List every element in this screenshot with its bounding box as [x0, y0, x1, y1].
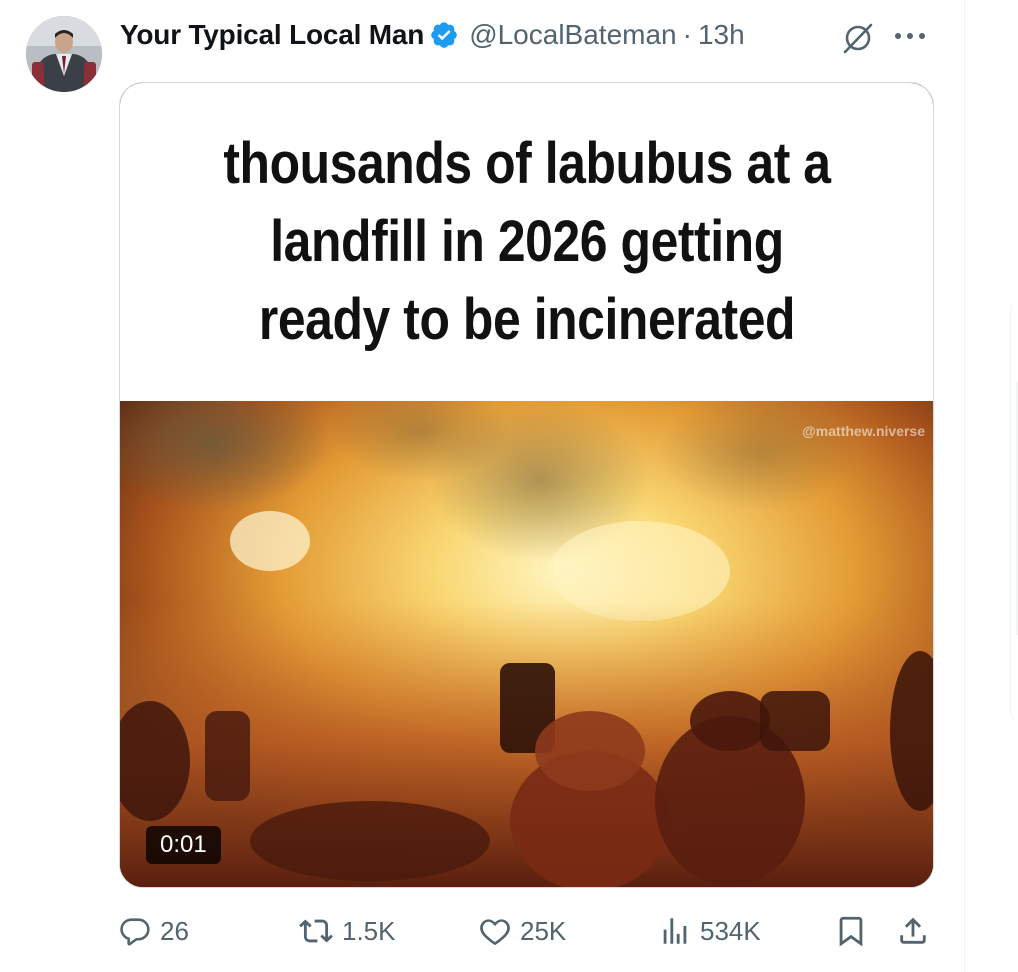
tweet-media-video[interactable]: thousands of labubus at a landfill in 20…	[119, 82, 934, 888]
tweet-time[interactable]: 13h	[698, 19, 745, 51]
views-icon	[658, 914, 692, 948]
like-count: 25K	[520, 915, 567, 946]
video-watermark: @matthew.niverse	[802, 423, 925, 439]
more-icon[interactable]	[888, 18, 932, 54]
views-button[interactable]: 534K	[658, 906, 761, 956]
tweet-actions: 26 1.5K 25K 534K	[118, 906, 938, 956]
reply-button[interactable]: 26	[118, 906, 189, 956]
avatar-image	[26, 16, 102, 92]
meme-caption-panel: thousands of labubus at a landfill in 20…	[120, 83, 933, 401]
share-icon	[896, 914, 930, 948]
tweet-header: Your Typical Local Man @LocalBateman · 1…	[120, 14, 745, 56]
fire-scene-image	[120, 371, 933, 887]
video-timestamp: 0:01	[146, 826, 221, 864]
separator-dot: ·	[682, 19, 692, 50]
share-button[interactable]	[896, 906, 930, 956]
verified-badge-icon[interactable]	[429, 20, 459, 50]
repost-button[interactable]: 1.5K	[298, 906, 396, 956]
reply-icon	[118, 914, 152, 948]
grok-icon[interactable]	[838, 18, 878, 58]
bookmark-button[interactable]	[834, 906, 868, 956]
display-name[interactable]: Your Typical Local Man	[120, 19, 424, 51]
repost-count: 1.5K	[342, 915, 396, 946]
sidebar-card-edge	[1010, 300, 1018, 720]
tweet-view: Your Typical Local Man @LocalBateman · 1…	[0, 0, 1018, 972]
user-handle[interactable]: @LocalBateman	[469, 19, 676, 51]
like-button[interactable]: 25K	[478, 906, 566, 956]
avatar[interactable]	[26, 16, 102, 92]
video-frame[interactable]: @matthew.niverse 0:01	[120, 371, 933, 887]
repost-icon	[298, 914, 334, 948]
meme-caption: thousands of labubus at a landfill in 20…	[222, 131, 831, 352]
view-count: 534K	[700, 915, 761, 946]
bookmark-icon	[834, 914, 868, 948]
heart-icon	[478, 914, 512, 948]
reply-count: 26	[160, 915, 189, 946]
